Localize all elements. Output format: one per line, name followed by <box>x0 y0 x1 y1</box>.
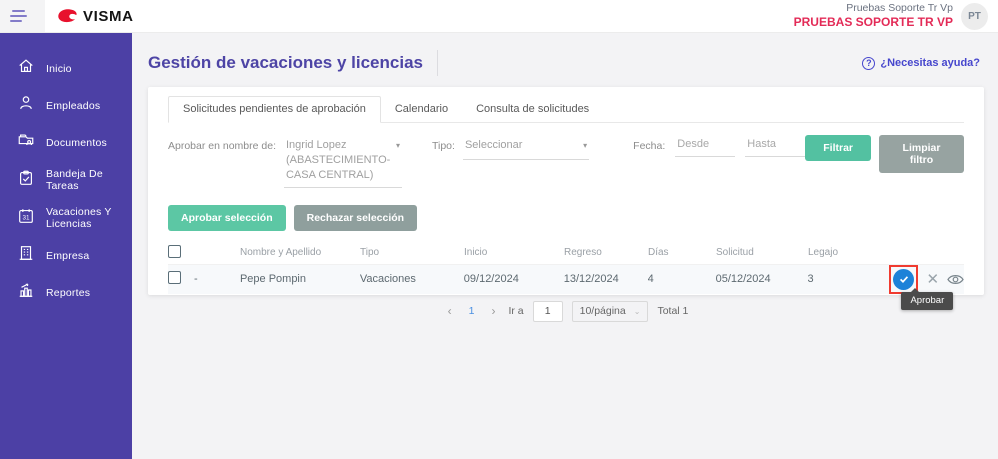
main-content: Gestión de vacaciones y licencias ? ¿Nec… <box>132 33 998 459</box>
sidebar-item-documentos[interactable]: Documentos <box>0 124 132 161</box>
col-header-tipo: Tipo <box>360 247 464 258</box>
sidebar-item-vacaciones-y-licencias[interactable]: 31 Vacaciones Y Licencias <box>0 199 132 237</box>
col-header-dias: Días <box>648 247 716 258</box>
approve-check-icon[interactable] <box>893 269 914 290</box>
pagination-goto-input[interactable] <box>533 301 563 322</box>
sidebar-item-label: Empleados <box>46 100 100 112</box>
vacations-card: Solicitudes pendientes de aprobación Cal… <box>148 87 984 295</box>
user-name-primary: PRUEBAS SOPORTE TR VP <box>794 15 953 30</box>
fecha-hasta-input[interactable] <box>745 135 805 157</box>
col-header-legajo: Legajo <box>808 247 890 258</box>
pagination-total: Total 1 <box>657 305 688 317</box>
tipo-select-placeholder: Seleccionar <box>465 139 522 151</box>
chevron-down-icon: ▾ <box>583 141 587 152</box>
visma-logo-text: VISMA <box>83 8 134 25</box>
behalf-label: Aprobar en nombre de: <box>168 140 276 152</box>
sidebar-item-reportes[interactable]: Reportes <box>0 274 132 311</box>
visma-swoosh-icon <box>57 8 78 24</box>
col-header-nombre: Nombre y Apellido <box>240 247 360 258</box>
row-actions: ✕ Aprobar <box>889 265 964 294</box>
pagination-page-1[interactable]: 1 <box>465 305 479 317</box>
aprobar-seleccion-button[interactable]: Aprobar selección <box>168 205 286 231</box>
hamburger-menu-icon[interactable] <box>0 0 45 32</box>
topbar-user-area: Pruebas Soporte Tr Vp PRUEBAS SOPORTE TR… <box>794 2 988 30</box>
row-nombre: Pepe Pompin <box>240 273 360 285</box>
selection-actions: Aprobar selección Rechazar selección <box>168 205 964 231</box>
chevron-down-icon: ▾ <box>396 141 400 152</box>
company-icon <box>17 244 35 267</box>
svg-text:31: 31 <box>22 214 30 221</box>
aprobar-tooltip: Aprobar <box>901 292 953 310</box>
sidebar-item-empresa[interactable]: Empresa <box>0 237 132 274</box>
tab-bar: Solicitudes pendientes de aprobación Cal… <box>168 87 964 123</box>
view-eye-icon[interactable] <box>947 273 964 286</box>
fecha-label: Fecha: <box>633 140 665 152</box>
chevron-down-icon: ⌄ <box>634 307 641 316</box>
tipo-label: Tipo: <box>432 140 455 152</box>
tab-calendario[interactable]: Calendario <box>381 97 462 122</box>
row-checkbox[interactable] <box>168 271 181 284</box>
home-icon <box>17 57 35 80</box>
calendar-31-icon: 31 <box>17 207 35 230</box>
behalf-select-value: Ingrid Lopez (ABASTECIMIENTO-CASA CENTRA… <box>286 139 390 181</box>
user-name-secondary: Pruebas Soporte Tr Vp <box>794 2 953 15</box>
reports-icon <box>17 281 35 304</box>
sidebar-item-empleados[interactable]: Empleados <box>0 87 132 124</box>
page-size-value: 10/página <box>580 305 626 317</box>
col-header-inicio: Inicio <box>464 247 564 258</box>
sidebar-item-label: Inicio <box>46 63 72 75</box>
sidebar-item-label: Reportes <box>46 287 90 299</box>
row-inicio: 09/12/2024 <box>464 273 564 285</box>
row-regreso: 13/12/2024 <box>564 273 648 285</box>
select-all-checkbox[interactable] <box>168 245 181 258</box>
filtrar-button[interactable]: Filtrar <box>805 135 871 161</box>
rechazar-seleccion-button[interactable]: Rechazar selección <box>294 205 417 231</box>
sidebar: Inicio Empleados Documentos Bandeja De T… <box>0 33 132 459</box>
sidebar-item-bandeja-de-tareas[interactable]: Bandeja De Tareas <box>0 161 132 199</box>
row-dias: 4 <box>648 273 716 285</box>
page-title: Gestión de vacaciones y licencias <box>148 53 423 73</box>
help-link-label: ¿Necesitas ayuda? <box>880 57 980 69</box>
sidebar-item-label: Bandeja De Tareas <box>46 168 132 192</box>
fecha-desde-input[interactable] <box>675 135 735 157</box>
reject-x-icon[interactable]: ✕ <box>926 272 939 287</box>
help-link[interactable]: ? ¿Necesitas ayuda? <box>862 57 980 70</box>
table-row: - Pepe Pompin Vacaciones 09/12/2024 13/1… <box>168 264 964 294</box>
tasks-icon <box>17 169 35 192</box>
row-legajo: 3 <box>808 273 890 285</box>
pagination: ‹ 1 › Ir a 10/página ⌄ Total 1 <box>168 301 964 322</box>
user-names: Pruebas Soporte Tr Vp PRUEBAS SOPORTE TR… <box>794 2 953 30</box>
sidebar-item-inicio[interactable]: Inicio <box>0 50 132 87</box>
row-dash: - <box>194 273 240 285</box>
col-header-regreso: Regreso <box>564 247 648 258</box>
tab-consulta-solicitudes[interactable]: Consulta de solicitudes <box>462 97 603 122</box>
behalf-select[interactable]: Ingrid Lopez (ABASTECIMIENTO-CASA CENTRA… <box>284 135 402 188</box>
documents-icon <box>17 131 35 154</box>
filters-row: Aprobar en nombre de: Ingrid Lopez (ABAS… <box>168 135 964 188</box>
page-header: Gestión de vacaciones y licencias ? ¿Nec… <box>132 33 998 76</box>
page-size-select[interactable]: 10/página ⌄ <box>572 301 649 322</box>
table-header-row: Nombre y Apellido Tipo Inicio Regreso Dí… <box>168 242 964 264</box>
row-solicitud: 05/12/2024 <box>716 273 808 285</box>
sidebar-item-label: Empresa <box>46 250 89 262</box>
visma-logo: VISMA <box>57 8 134 25</box>
col-header-solicitud: Solicitud <box>716 247 808 258</box>
row-tipo: Vacaciones <box>360 273 464 285</box>
title-divider <box>437 50 438 76</box>
person-icon <box>17 94 35 117</box>
pagination-prev-icon[interactable]: ‹ <box>444 304 456 318</box>
app-screen: VISMA Pruebas Soporte Tr Vp PRUEBAS SOPO… <box>0 0 998 459</box>
limpiar-filtro-button[interactable]: Limpiar filtro <box>879 135 964 173</box>
question-mark-icon: ? <box>862 57 875 70</box>
tipo-select[interactable]: Seleccionar ▾ <box>463 135 589 160</box>
tab-solicitudes-pendientes[interactable]: Solicitudes pendientes de aprobación <box>168 96 381 123</box>
sidebar-item-label: Documentos <box>46 137 107 149</box>
requests-table: Nombre y Apellido Tipo Inicio Regreso Dí… <box>168 242 964 294</box>
topbar: VISMA Pruebas Soporte Tr Vp PRUEBAS SOPO… <box>0 0 998 33</box>
pagination-goto-label: Ir a <box>508 305 523 317</box>
pagination-next-icon[interactable]: › <box>487 304 499 318</box>
sidebar-item-label: Vacaciones Y Licencias <box>46 206 132 230</box>
avatar[interactable]: PT <box>961 3 988 30</box>
